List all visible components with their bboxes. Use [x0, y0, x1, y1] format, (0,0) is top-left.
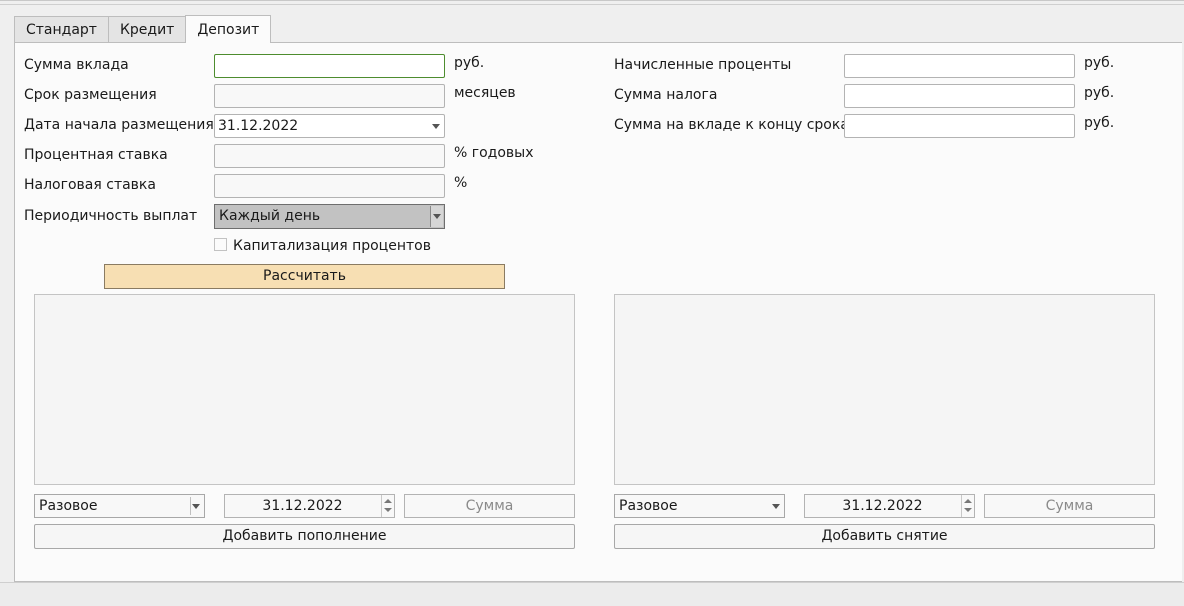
replenishment-amount-input[interactable]: Сумма — [404, 494, 575, 518]
replenishment-type-value: Разовое — [39, 498, 98, 514]
arrow-down-icon[interactable] — [964, 508, 972, 512]
date-stepper[interactable] — [961, 495, 974, 517]
capitalization-label[interactable]: Капитализация процентов — [233, 237, 431, 255]
replenishment-list[interactable] — [34, 294, 575, 485]
tab-deposit[interactable]: Депозит — [185, 15, 272, 43]
withdrawal-date-value: 31.12.2022 — [842, 498, 923, 514]
term-input[interactable] — [214, 84, 445, 108]
payout-value: Каждый день — [219, 208, 321, 224]
chevron-down-icon — [433, 214, 441, 219]
term-label: Срок размещения — [24, 87, 157, 103]
capitalization-checkbox[interactable] — [214, 238, 227, 251]
tax-amount-unit: руб. — [1084, 85, 1115, 101]
interest-rate-input[interactable] — [214, 144, 445, 168]
chevron-down-icon[interactable] — [432, 124, 440, 129]
accrued-interest-label: Начисленные проценты — [614, 57, 792, 73]
arrow-up-icon[interactable] — [384, 499, 392, 503]
term-unit: месяцев — [454, 85, 516, 101]
final-amount-label: Сумма на вкладе к концу срока — [614, 117, 849, 133]
final-amount-field[interactable] — [844, 114, 1075, 138]
withdrawal-list[interactable] — [614, 294, 1155, 485]
app-window: Стандарт Кредит Депозит Сумма вклада руб… — [0, 0, 1184, 606]
tab-bar: Стандарт Кредит Депозит — [14, 15, 272, 43]
tax-rate-label: Налоговая ставка — [24, 177, 156, 193]
add-withdrawal-button[interactable]: Добавить снятие — [614, 524, 1155, 549]
chevron-down-icon[interactable] — [192, 504, 200, 509]
final-amount-unit: руб. — [1084, 115, 1115, 131]
calculate-button[interactable]: Рассчитать — [104, 264, 505, 289]
withdrawal-type-value: Разовое — [619, 498, 678, 514]
window-top-edge — [0, 1, 1184, 5]
withdrawal-type-select[interactable]: Разовое — [614, 494, 785, 518]
arrow-up-icon[interactable] — [964, 499, 972, 503]
tab-credit[interactable]: Кредит — [107, 16, 187, 43]
replenishment-type-select[interactable]: Разовое — [34, 494, 205, 518]
dropdown-divider — [190, 497, 191, 515]
withdrawal-amount-input[interactable]: Сумма — [984, 494, 1155, 518]
add-replenishment-button[interactable]: Добавить пополнение — [34, 524, 575, 549]
interest-rate-unit: % годовых — [454, 145, 534, 161]
start-date-picker[interactable]: 31.12.2022 — [214, 114, 445, 138]
payout-select[interactable]: Каждый день — [214, 204, 445, 229]
payout-dropdown-button[interactable] — [430, 206, 443, 227]
payout-label: Периодичность выплат — [24, 208, 198, 224]
tax-rate-input[interactable] — [214, 174, 445, 198]
replenishment-date-spinbox[interactable]: 31.12.2022 — [224, 494, 395, 518]
arrow-down-icon[interactable] — [384, 508, 392, 512]
start-date-label: Дата начала размещения — [24, 117, 214, 133]
tax-amount-field[interactable] — [844, 84, 1075, 108]
withdrawal-date-spinbox[interactable]: 31.12.2022 — [804, 494, 975, 518]
deposit-amount-unit: руб. — [454, 55, 485, 71]
tab-standard[interactable]: Стандарт — [14, 16, 109, 43]
replenishment-date-value: 31.12.2022 — [262, 498, 343, 514]
interest-rate-label: Процентная ставка — [24, 147, 168, 163]
start-date-value: 31.12.2022 — [218, 118, 299, 134]
accrued-interest-unit: руб. — [1084, 55, 1115, 71]
tax-rate-unit: % — [454, 175, 468, 191]
deposit-amount-input[interactable] — [214, 54, 445, 78]
date-stepper[interactable] — [381, 495, 394, 517]
accrued-interest-field[interactable] — [844, 54, 1075, 78]
chevron-down-icon[interactable] — [772, 504, 780, 509]
window-bottom-edge — [0, 582, 1184, 606]
tax-amount-label: Сумма налога — [614, 87, 718, 103]
deposit-amount-label: Сумма вклада — [24, 57, 129, 73]
